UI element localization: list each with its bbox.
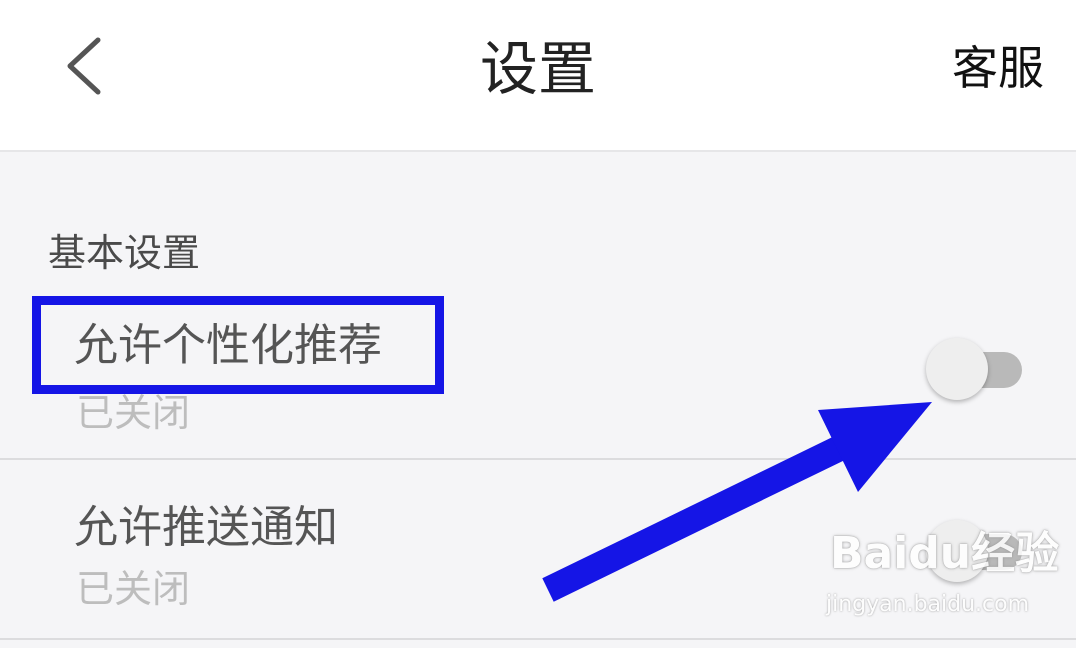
customer-service-button[interactable]: 客服 bbox=[952, 38, 1044, 98]
setting-status: 已关闭 bbox=[76, 391, 191, 435]
back-button[interactable] bbox=[40, 20, 130, 110]
setting-status: 已关闭 bbox=[76, 567, 191, 611]
setting-label: 允许推送通知 bbox=[74, 502, 338, 553]
personalized-recommendation-toggle[interactable] bbox=[926, 338, 1022, 402]
header-bar: 设置 客服 bbox=[0, 0, 1076, 152]
setting-row-personalized-recommendation[interactable]: 允许个性化推荐 已关闭 bbox=[0, 296, 1076, 460]
setting-row-push-notification[interactable]: 允许推送通知 已关闭 bbox=[0, 460, 1076, 640]
toggle-knob bbox=[926, 338, 988, 400]
push-notification-toggle[interactable] bbox=[926, 520, 1022, 584]
chevron-left-icon bbox=[67, 37, 101, 95]
page-title: 设置 bbox=[479, 35, 596, 103]
toggle-knob bbox=[926, 520, 988, 582]
section-title-basic: 基本设置 bbox=[48, 231, 201, 275]
setting-label: 允许个性化推荐 bbox=[74, 320, 382, 371]
